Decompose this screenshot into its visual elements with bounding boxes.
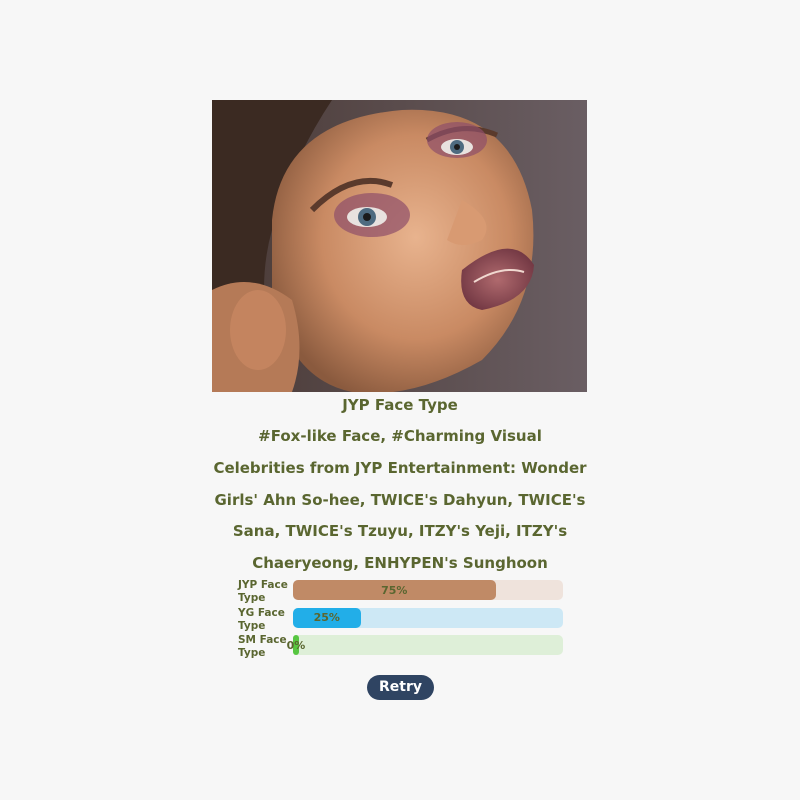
bar-track-sm: 0% <box>287 635 563 655</box>
bar-percent-yg: 25% <box>313 611 340 624</box>
bar-percent-sm: 0% <box>286 638 306 652</box>
bar-track-jyp: 75% <box>293 580 563 600</box>
bar-row-jyp: JYP Face Type 75% <box>238 579 564 607</box>
result-celebrities: Celebrities from JYP Entertainment: Wond… <box>213 459 587 572</box>
bar-track-yg: 25% <box>293 607 563 628</box>
result-title: JYP Face Type <box>342 396 458 414</box>
bar-label-sm: SM Face Type <box>238 634 287 659</box>
retry-button[interactable]: Retry <box>367 675 434 700</box>
bar-label-jyp: JYP Face Type <box>238 579 288 604</box>
result-page: JYP Face Type #Fox-like Face, #Charming … <box>0 0 800 800</box>
bar-fill-jyp: 75% <box>293 580 496 600</box>
bar-percent-jyp: 75% <box>381 583 408 597</box>
face-type-bars: JYP Face Type 75% YG Face Type 25% SM Fa… <box>238 579 564 662</box>
bar-label-yg: YG Face Type <box>238 606 285 632</box>
bar-row-sm: SM Face Type 0% <box>238 634 564 662</box>
bar-row-yg: YG Face Type 25% <box>238 607 564 635</box>
result-photo <box>212 100 587 392</box>
result-tags: #Fox-like Face, #Charming Visual <box>258 427 542 445</box>
bar-fill-yg: 25% <box>293 607 361 628</box>
bar-fill-sm: 0% <box>287 635 305 655</box>
